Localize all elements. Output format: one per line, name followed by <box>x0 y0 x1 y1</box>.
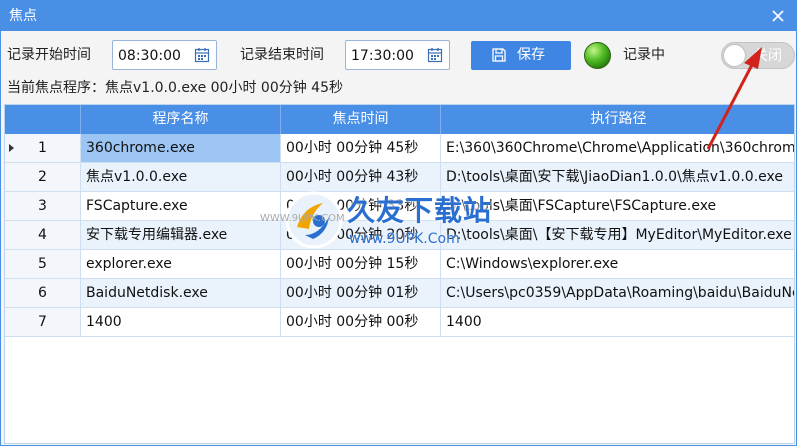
calendar-icon[interactable] <box>194 47 210 63</box>
toggle-knob[interactable] <box>724 45 745 66</box>
row-number[interactable]: 6 <box>5 279 81 307</box>
header-row-number <box>5 105 81 134</box>
cell-exec-path[interactable]: C:\Users\pc0359\AppData\Roaming\baidu\Ba… <box>441 279 794 307</box>
cell-focus-time[interactable]: 00小时 00分钟 00秒 <box>281 308 441 336</box>
current-focus-program: 当前焦点程序：焦点v1.0.0.exe 00小时 00分钟 45秒 <box>7 80 343 96</box>
close-button[interactable] <box>768 6 788 26</box>
header-exec-path[interactable]: 执行路径 <box>441 105 794 134</box>
table-row[interactable]: 4 安下载专用编辑器.exe 00小时 00分钟 20秒 D:\tools\桌面\【安… <box>5 221 794 250</box>
row-number[interactable]: 2 <box>5 163 81 191</box>
start-time-picker[interactable]: 08:30:00 <box>112 40 217 70</box>
cell-exec-path[interactable]: D:\tools\桌面\安下载\JiaoDian1.0.0\焦点v1.0.0.e… <box>441 163 794 191</box>
cell-program-name[interactable]: explorer.exe <box>81 250 281 278</box>
cell-program-name[interactable]: 360chrome.exe <box>81 134 281 162</box>
table-row[interactable]: 3 FSCapture.exe 00小时 00分钟 33秒 D:\tools\桌面\F… <box>5 192 794 221</box>
row-selector-icon <box>9 144 14 152</box>
table-row[interactable]: 1 360chrome.exe 00小时 00分钟 45秒 E:\360\360Chr… <box>5 134 794 163</box>
app-window: 焦点 记录开始时间 08:30:00 记录结束时间 17:30:00 保存 记录… <box>0 0 797 446</box>
table-row[interactable]: 6 BaiduNetdisk.exe 00小时 00分钟 01秒 C:\Users\p… <box>5 279 794 308</box>
row-number[interactable]: 5 <box>5 250 81 278</box>
header-program-name[interactable]: 程序名称 <box>81 105 281 134</box>
cell-focus-time[interactable]: 00小时 00分钟 45秒 <box>281 134 441 162</box>
save-button-label: 保存 <box>517 47 545 63</box>
row-number[interactable]: 3 <box>5 192 81 220</box>
cell-program-name[interactable]: BaiduNetdisk.exe <box>81 279 281 307</box>
cell-exec-path[interactable]: 1400 <box>441 308 794 336</box>
table-header: 程序名称 焦点时间 执行路径 <box>5 105 794 134</box>
cell-focus-time[interactable]: 00小时 00分钟 33秒 <box>281 192 441 220</box>
end-time-value[interactable]: 17:30:00 <box>351 47 414 65</box>
focus-table: 程序名称 焦点时间 执行路径 1 360chrome.exe 00小时 00分钟 4… <box>4 104 795 444</box>
title-bar: 焦点 <box>1 1 796 31</box>
toggle-label: 关闭 <box>754 48 782 64</box>
row-number[interactable]: 1 <box>5 134 81 162</box>
cell-program-name[interactable]: 焦点v1.0.0.exe <box>81 163 281 191</box>
recording-toggle[interactable]: 关闭 <box>721 42 795 69</box>
cell-program-name[interactable]: FSCapture.exe <box>81 192 281 220</box>
cell-exec-path[interactable]: C:\Windows\explorer.exe <box>441 250 794 278</box>
recording-status-led <box>584 42 611 69</box>
row-number[interactable]: 7 <box>5 308 81 336</box>
cell-program-name[interactable]: 1400 <box>81 308 281 336</box>
cell-program-name[interactable]: 安下载专用编辑器.exe <box>81 221 281 249</box>
table-row[interactable]: 7 1400 00小时 00分钟 00秒 1400 <box>5 308 794 337</box>
cell-focus-time[interactable]: 00小时 00分钟 20秒 <box>281 221 441 249</box>
close-icon <box>772 10 784 22</box>
start-time-label: 记录开始时间 <box>7 47 91 63</box>
cell-exec-path[interactable]: D:\tools\桌面\【安下载专用】MyEditor\MyEditor.exe <box>441 221 794 249</box>
cell-exec-path[interactable]: E:\360\360Chrome\Chrome\Application\360c… <box>441 134 794 162</box>
recording-status-label: 记录中 <box>623 47 665 63</box>
cell-focus-time[interactable]: 00小时 00分钟 01秒 <box>281 279 441 307</box>
toolbar: 记录开始时间 08:30:00 记录结束时间 17:30:00 保存 记录中 关… <box>1 31 796 79</box>
calendar-icon[interactable] <box>427 47 443 63</box>
window-title: 焦点 <box>9 8 37 24</box>
cell-exec-path[interactable]: D:\tools\桌面\FSCapture\FSCapture.exe <box>441 192 794 220</box>
end-time-label: 记录结束时间 <box>240 47 324 63</box>
header-focus-time[interactable]: 焦点时间 <box>281 105 441 134</box>
start-time-value[interactable]: 08:30:00 <box>118 47 181 65</box>
table-row[interactable]: 5 explorer.exe 00小时 00分钟 15秒 C:\Windows\exp… <box>5 250 794 279</box>
save-button[interactable]: 保存 <box>471 41 571 70</box>
cell-focus-time[interactable]: 00小时 00分钟 15秒 <box>281 250 441 278</box>
row-number[interactable]: 4 <box>5 221 81 249</box>
cell-focus-time[interactable]: 00小时 00分钟 43秒 <box>281 163 441 191</box>
end-time-picker[interactable]: 17:30:00 <box>345 40 450 70</box>
table-row[interactable]: 2 焦点v1.0.0.exe 00小时 00分钟 43秒 D:\tools\桌面\安下… <box>5 163 794 192</box>
floppy-disk-icon <box>492 48 506 62</box>
